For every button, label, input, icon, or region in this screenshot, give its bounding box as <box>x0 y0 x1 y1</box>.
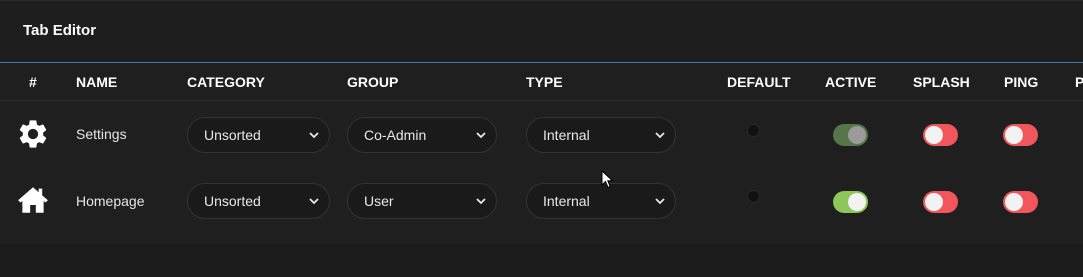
column-header-name: NAME <box>76 74 118 90</box>
chevron-down-icon <box>309 198 319 205</box>
mouse-cursor-icon <box>601 170 614 189</box>
table-header: # NAME CATEGORY GROUP TYPE DEFAULT ACTIV… <box>0 64 1083 101</box>
column-header-ping: PING <box>1004 74 1039 90</box>
active-toggle[interactable] <box>833 124 868 146</box>
chevron-down-icon <box>655 132 665 139</box>
column-header-type: TYPE <box>526 74 563 90</box>
category-select-value: Unsorted <box>204 127 261 143</box>
column-header-splash: SPLASH <box>913 74 970 90</box>
type-select[interactable]: Internal <box>526 117 676 153</box>
category-select[interactable]: Unsorted <box>187 117 330 153</box>
type-select-value: Internal <box>543 127 590 143</box>
column-header-default: DEFAULT <box>727 74 791 90</box>
default-radio[interactable] <box>747 190 760 203</box>
tab-name: Homepage <box>76 193 145 209</box>
ping-toggle[interactable] <box>1003 191 1038 213</box>
table-row: Settings Unsorted Co-Admin Internal <box>0 101 1083 168</box>
tab-name: Settings <box>76 126 127 142</box>
active-toggle[interactable] <box>833 191 868 213</box>
toggle-knob <box>925 193 943 211</box>
chevron-down-icon <box>476 132 486 139</box>
table-row: Homepage Unsorted User Internal <box>0 168 1083 235</box>
tab-editor-panel: Tab Editor # NAME CATEGORY GROUP TYPE DE… <box>0 0 1083 244</box>
default-radio[interactable] <box>747 124 760 137</box>
ping-toggle[interactable] <box>1003 124 1038 146</box>
column-header-number: # <box>29 74 37 90</box>
splash-toggle[interactable] <box>923 191 958 213</box>
home-icon <box>18 187 48 213</box>
column-header-group: GROUP <box>347 74 399 90</box>
group-select[interactable]: Co-Admin <box>347 117 497 153</box>
toggle-knob <box>848 126 866 144</box>
column-header-truncated: P <box>1075 74 1083 90</box>
group-select-value: User <box>364 193 394 209</box>
toggle-knob <box>1005 126 1023 144</box>
panel-header: Tab Editor <box>0 1 1083 63</box>
panel-title: Tab Editor <box>23 22 97 39</box>
category-select[interactable]: Unsorted <box>187 183 330 219</box>
column-header-category: CATEGORY <box>187 74 265 90</box>
category-select-value: Unsorted <box>204 193 261 209</box>
column-header-active: ACTIVE <box>825 74 877 90</box>
chevron-down-icon <box>309 132 319 139</box>
splash-toggle[interactable] <box>923 124 958 146</box>
type-select-value: Internal <box>543 193 590 209</box>
group-select[interactable]: User <box>347 183 497 219</box>
toggle-knob <box>1005 193 1023 211</box>
toggle-knob <box>925 126 943 144</box>
group-select-value: Co-Admin <box>364 127 427 143</box>
chevron-down-icon <box>655 198 665 205</box>
chevron-down-icon <box>476 198 486 205</box>
gear-icon <box>19 120 47 148</box>
toggle-knob <box>848 193 866 211</box>
